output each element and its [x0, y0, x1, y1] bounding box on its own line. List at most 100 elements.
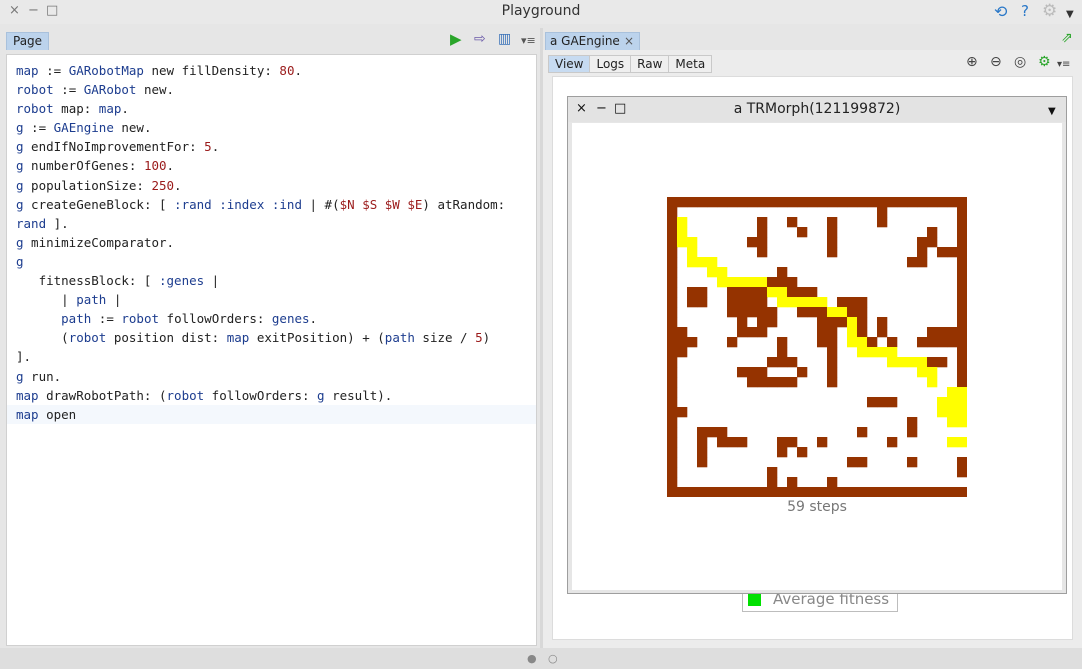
- code-line[interactable]: g := GAEngine new.: [7, 118, 536, 137]
- code-line[interactable]: map open: [7, 404, 536, 424]
- wall-cell: [957, 327, 967, 338]
- code-line[interactable]: rand ].: [7, 214, 536, 233]
- inspector-icon[interactable]: ▥: [498, 30, 511, 48]
- menu-icon[interactable]: ▾≡: [1057, 56, 1070, 73]
- code-token: |: [106, 292, 122, 308]
- wall-cell: [667, 347, 678, 358]
- settings-icon[interactable]: ⚙: [1042, 3, 1057, 20]
- wall-cell: [667, 317, 678, 328]
- sync-icon[interactable]: ⟲: [994, 3, 1007, 20]
- wall-cell: [667, 447, 678, 458]
- code-line[interactable]: g minimizeComparator.: [7, 233, 536, 252]
- wall-cell: [827, 337, 838, 348]
- code-token: g: [16, 368, 24, 384]
- wall-cell: [837, 197, 848, 208]
- code-token: map: [98, 101, 122, 117]
- close-icon[interactable]: ×: [624, 33, 634, 50]
- chevron-down-icon[interactable]: ▼: [1048, 103, 1056, 120]
- code-line[interactable]: map drawRobotPath: (robot followOrders: …: [7, 386, 536, 405]
- subtab-raw[interactable]: Raw: [630, 55, 669, 73]
- help-icon[interactable]: ?: [1021, 3, 1029, 20]
- wall-cell: [737, 307, 748, 318]
- robot-path-cell: [707, 267, 718, 278]
- code-line[interactable]: map := GARobotMap new fillDensity: 80.: [7, 61, 536, 80]
- wall-cell: [927, 327, 938, 338]
- code-body[interactable]: map := GARobotMap new fillDensity: 80. ro…: [7, 55, 536, 424]
- morph-window[interactable]: × − □ a TRMorph(121199872) ▼ 59 steps: [567, 96, 1067, 594]
- wall-cell: [667, 467, 678, 478]
- code-token: open: [38, 406, 77, 422]
- robot-path-cell: [957, 397, 967, 408]
- code-token: robot: [121, 311, 160, 327]
- wall-cell: [757, 367, 768, 378]
- code-token: new fillDensity:: [143, 63, 280, 78]
- robot-path-cell: [957, 417, 967, 428]
- view-settings-icon[interactable]: ⚙: [1038, 54, 1051, 71]
- code-token: g: [16, 196, 24, 212]
- wall-cell: [707, 487, 718, 497]
- wall-cell: [927, 197, 938, 208]
- code-line[interactable]: path := robot followOrders: genes.: [7, 309, 536, 328]
- subtab-logs[interactable]: Logs: [589, 55, 631, 73]
- wall-cell: [867, 337, 878, 348]
- wall-cell: [817, 317, 828, 328]
- code-token: drawRobotPath: (: [38, 387, 167, 403]
- wall-cell: [957, 487, 967, 497]
- robot-path-cell: [937, 397, 948, 408]
- wall-cell: [797, 447, 808, 458]
- code-token: endIfNoImprovementFor:: [23, 139, 205, 155]
- robot-path-cell: [807, 297, 818, 308]
- code-line[interactable]: g endIfNoImprovementFor: 5.: [7, 137, 536, 156]
- robot-path-cell: [717, 277, 728, 288]
- robot-path-cell: [837, 307, 848, 318]
- wall-cell: [697, 437, 708, 448]
- bindings-icon[interactable]: ⇨: [474, 30, 486, 48]
- run-icon[interactable]: ▶: [450, 30, 462, 48]
- code-line[interactable]: (robot position dist: map exitPosition) …: [7, 328, 536, 347]
- robot-path-cell: [727, 277, 738, 288]
- zoom-reset-icon[interactable]: ◎: [1014, 54, 1026, 71]
- subtab-view[interactable]: View: [548, 55, 590, 73]
- zoom-out-icon[interactable]: ⊖: [990, 54, 1002, 71]
- wall-cell: [767, 277, 778, 288]
- subtab-meta[interactable]: Meta: [668, 55, 713, 73]
- code-line[interactable]: robot map: map.: [7, 99, 536, 118]
- right-tabbar: a GAEngine × ⇗: [543, 28, 1082, 50]
- code-line[interactable]: g createGeneBlock: [ :rand :index :ind |…: [7, 195, 536, 214]
- code-line[interactable]: fitnessBlock: [ :genes |: [7, 271, 536, 290]
- wall-cell: [767, 487, 778, 497]
- morph-titlebar[interactable]: × − □ a TRMorph(121199872) ▼: [568, 97, 1066, 122]
- wall-cell: [797, 227, 808, 238]
- go-icon[interactable]: ⇗: [1061, 30, 1073, 47]
- robot-path-cell: [857, 337, 868, 348]
- code-token: GAEngine: [53, 120, 114, 136]
- code-line[interactable]: | path |: [7, 290, 536, 309]
- code-line[interactable]: g run.: [7, 367, 536, 386]
- zoom-in-icon[interactable]: ⊕: [966, 54, 978, 71]
- code-token: path: [384, 330, 415, 346]
- code-line[interactable]: ].: [7, 347, 536, 366]
- wall-cell: [907, 487, 918, 497]
- code-token: GARobot: [83, 82, 137, 98]
- robot-path-cell: [777, 297, 788, 308]
- robot-path-cell: [847, 327, 858, 338]
- code-line[interactable]: g numberOfGenes: 100.: [7, 156, 536, 175]
- tab-page[interactable]: Page: [6, 32, 50, 50]
- code-editor[interactable]: map := GARobotMap new fillDensity: 80. ro…: [6, 54, 537, 646]
- page-dot-active[interactable]: ●: [527, 652, 537, 665]
- wall-cell: [777, 437, 788, 448]
- code-token: position dist:: [106, 330, 227, 346]
- tab-gaengine[interactable]: a GAEngine ×: [545, 32, 640, 50]
- robot-path-cell: [917, 357, 928, 368]
- code-line[interactable]: g: [7, 252, 536, 271]
- wall-cell: [677, 487, 688, 497]
- page-dot[interactable]: ○: [548, 652, 558, 665]
- menu-icon[interactable]: ▾≡: [521, 32, 536, 50]
- wall-cell: [777, 337, 788, 348]
- wall-cell: [737, 367, 748, 378]
- code-token: |: [204, 273, 220, 289]
- code-line[interactable]: robot := GARobot new.: [7, 80, 536, 99]
- code-token: run.: [23, 368, 62, 384]
- chevron-down-icon[interactable]: ▼: [1066, 6, 1074, 23]
- code-line[interactable]: g populationSize: 250.: [7, 176, 536, 195]
